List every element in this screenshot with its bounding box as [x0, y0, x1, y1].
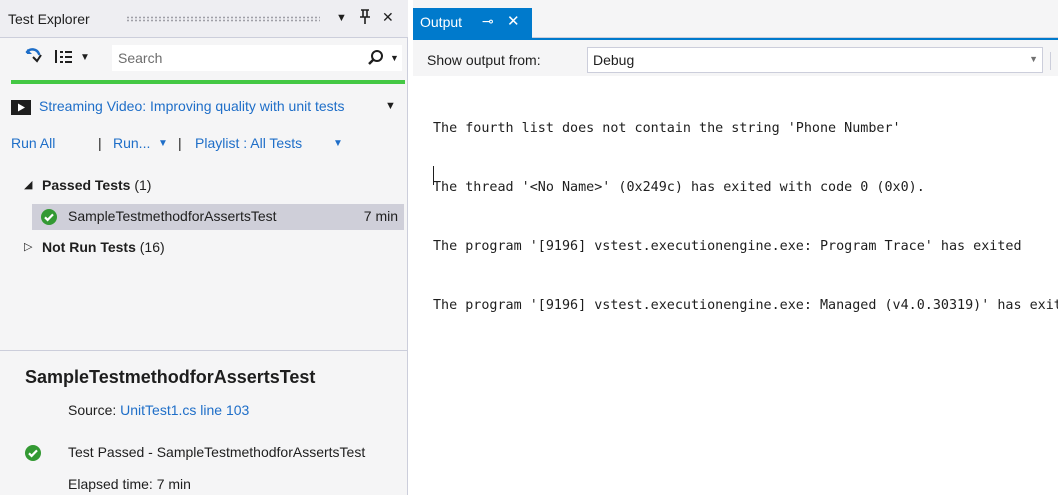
output-source-select[interactable]: Debug ▼	[587, 47, 1043, 73]
group-by-icon[interactable]	[54, 48, 74, 69]
run-link[interactable]: Run...	[113, 135, 150, 151]
group-not-run-name: Not Run Tests	[42, 239, 136, 255]
output-line: The thread '<No Name>' (0x249c) has exit…	[433, 179, 925, 195]
expanded-triangle-icon[interactable]: ◢	[24, 178, 32, 191]
group-passed-count: (1)	[134, 177, 152, 193]
test-explorer-header: Test Explorer ▼ ✕	[0, 0, 408, 38]
show-output-label: Show output from:	[427, 52, 541, 68]
panel-title: Test Explorer	[8, 11, 90, 27]
tab-close-icon[interactable]: ✕	[507, 12, 520, 30]
run-all-link[interactable]: Run All	[11, 135, 55, 151]
collapsed-triangle-icon[interactable]: ▷	[24, 240, 32, 253]
search-options-dropdown-icon[interactable]: ▼	[390, 53, 399, 63]
test-name: SampleTestmethodforAssertsTest	[68, 208, 277, 224]
output-text-area[interactable]: The fourth list does not contain the str…	[433, 80, 1058, 495]
test-run-progress-bar	[11, 80, 405, 84]
window-position-dropdown-icon[interactable]: ▼	[336, 12, 347, 24]
elapsed-time: Elapsed time: 7 min	[68, 476, 191, 492]
group-passed-name: Passed Tests	[42, 177, 131, 193]
streaming-video-link[interactable]: Streaming Video: Improving quality with …	[11, 97, 401, 119]
group-by-dropdown-icon[interactable]: ▼	[80, 52, 90, 63]
test-explorer-toolbar: ▼ ▼	[0, 44, 408, 74]
test-row[interactable]: SampleTestmethodforAssertsTest 7 min	[32, 204, 404, 230]
pin-icon[interactable]	[359, 9, 371, 28]
group-not-run-tests[interactable]: ▷ Not Run Tests (16)	[0, 237, 408, 259]
test-passed-icon	[41, 209, 57, 225]
output-line: The program '[9196] vstest.executionengi…	[433, 297, 1058, 313]
detail-divider	[0, 350, 407, 351]
playlist-dropdown-icon[interactable]: ▼	[333, 138, 343, 149]
output-source-value: Debug	[593, 52, 635, 68]
run-dropdown-icon[interactable]: ▼	[158, 138, 168, 149]
video-icon	[11, 100, 31, 118]
source-link[interactable]: UnitTest1.cs line 103	[120, 402, 249, 418]
refresh-tests-icon[interactable]	[24, 48, 44, 69]
source-label: Source:	[68, 402, 117, 418]
detail-source: Source: UnitTest1.cs line 103	[68, 402, 249, 418]
toolbar-separator	[1050, 52, 1051, 70]
close-icon[interactable]: ✕	[382, 9, 394, 26]
output-line: The program '[9196] vstest.executionengi…	[433, 238, 1022, 254]
output-line: The fourth list does not contain the str…	[433, 121, 901, 137]
group-label: Not Run Tests (16)	[42, 239, 165, 255]
drag-grip[interactable]	[126, 16, 320, 22]
output-window: Output ⊸ ✕ Show output from: Debug ▼ The…	[413, 0, 1058, 495]
tab-label: Output	[420, 14, 463, 30]
output-tabstrip: Output ⊸ ✕	[413, 0, 1058, 38]
test-explorer-panel: Test Explorer ▼ ✕ ▼ Search ▼ Streaming V…	[0, 0, 408, 495]
group-passed-tests[interactable]: ◢ Passed Tests (1)	[0, 175, 408, 197]
tab-output[interactable]: Output ⊸ ✕	[413, 8, 532, 38]
status-text: Test Passed - SampleTestmethodforAsserts…	[68, 444, 366, 460]
search-input[interactable]	[118, 48, 358, 68]
search-box: ▼	[112, 45, 402, 71]
test-duration: 7 min	[363, 208, 398, 224]
playlist-link[interactable]: Playlist : All Tests	[195, 135, 302, 151]
group-label: Passed Tests (1)	[42, 177, 151, 193]
tab-pin-icon[interactable]: ⊸	[482, 13, 494, 30]
text-caret	[433, 166, 434, 185]
video-dropdown-icon[interactable]: ▼	[385, 100, 396, 112]
search-icon[interactable]	[367, 49, 385, 70]
video-link-text[interactable]: Streaming Video: Improving quality with …	[39, 98, 379, 114]
output-toolbar: Show output from: Debug ▼	[413, 40, 1058, 76]
test-passed-icon	[25, 445, 41, 461]
separator: |	[178, 135, 182, 151]
separator: |	[98, 135, 102, 151]
detail-test-title: SampleTestmethodforAssertsTest	[25, 367, 316, 387]
detail-status: Test Passed - SampleTestmethodforAsserts…	[25, 443, 405, 463]
group-not-run-count: (16)	[139, 239, 165, 255]
chevron-down-icon[interactable]: ▼	[1029, 54, 1038, 64]
